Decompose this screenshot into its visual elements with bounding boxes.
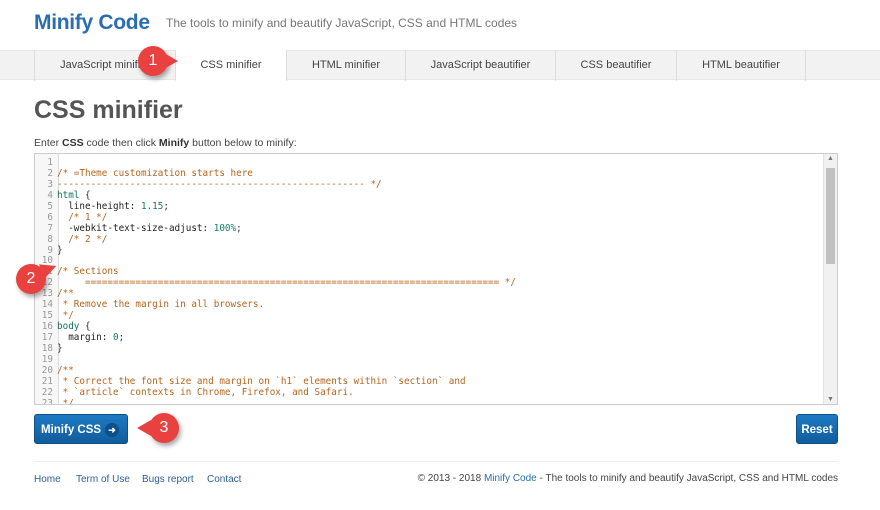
tab-html-minifier[interactable]: HTML minifier	[286, 50, 405, 81]
arrow-right-icon: ➜	[105, 423, 119, 437]
code-token-comment: /* 1 */	[57, 211, 108, 223]
instr-text: Enter	[34, 137, 63, 149]
code-line: 22 * `article` contexts in Chrome, Firef…	[35, 386, 516, 399]
css-code-editor[interactable]: 1 2/* =Theme customization starts here 3 --…	[34, 153, 838, 405]
annotation-marker-3: 3	[137, 413, 179, 443]
code-token-comment: /* 2 */	[57, 233, 108, 245]
tagline: The tools to minify and beautify JavaScr…	[166, 16, 518, 30]
tab-css-minifier[interactable]: CSS minifier	[175, 50, 286, 81]
line-number: 4	[47, 189, 53, 201]
instr-minify: Minify	[158, 137, 190, 149]
tab-css-beautifier[interactable]: CSS beautifier	[555, 50, 676, 81]
annotation-marker-2: 2	[16, 264, 46, 294]
code-token-punc: }	[57, 342, 63, 354]
code-line: 7 -webkit-text-size-adjust: 100%;	[35, 222, 516, 235]
tab-html-beautifier[interactable]: HTML beautifier	[676, 50, 805, 81]
copyright: © 2013 - 2018 Minify Code - The tools to…	[418, 473, 838, 484]
code-token-punc: ;	[163, 200, 169, 212]
line-number: 6	[47, 211, 53, 223]
brand-logo[interactable]: Minify Code	[34, 11, 150, 35]
code-token-comment: * `article` contexts in Chrome, Firefox,…	[57, 386, 354, 398]
code-line: 15 */	[35, 310, 516, 322]
code-token-comment: ========================================…	[57, 277, 516, 289]
code-line: 6 /* 1 */	[35, 211, 516, 224]
copyright-text: © 2013 - 2018	[417, 473, 484, 484]
code-line: 23 */	[35, 397, 516, 405]
copyright-link[interactable]: Minify Code	[484, 473, 537, 484]
instr-text: button below to minify:	[189, 137, 297, 149]
tab-javascript-beautifier[interactable]: JavaScript beautifier	[405, 50, 555, 81]
instr-css: CSS	[62, 137, 84, 149]
instructions: Enter CSS code then click Minify button …	[34, 137, 297, 149]
instr-text: code then click	[83, 137, 159, 149]
vertical-scrollbar[interactable]: ▲ ▼	[823, 154, 837, 404]
code-token-prop: margin:	[57, 332, 113, 343]
line-number: 1	[47, 157, 53, 168]
footer-link-contact[interactable]: Contact	[207, 474, 241, 485]
copyright-text: - The tools to minify and beautify JavaS…	[536, 473, 838, 484]
line-number: 7	[47, 222, 53, 234]
code-line: 14 * Remove the margin in all browsers.	[35, 299, 516, 311]
code-token-comment: ----------------------------------------…	[57, 178, 382, 190]
scroll-down-arrow-icon[interactable]: ▼	[827, 396, 834, 403]
code-token-punc: ;	[236, 222, 242, 234]
scroll-up-arrow-icon[interactable]: ▲	[827, 155, 834, 162]
annotation-marker-1: 1	[138, 46, 178, 76]
code-token-num: 1.15	[140, 200, 164, 212]
code-token-comment: * Remove the margin in all browsers.	[57, 299, 265, 311]
footer-divider	[34, 461, 838, 462]
code-line: 3 ---------------------------------------…	[35, 178, 516, 191]
code-lines[interactable]: 1 2/* =Theme customization starts here 3 --…	[35, 157, 516, 405]
tool-tabs: JavaScript minifier CSS minifier HTML mi…	[0, 50, 880, 81]
code-token-prop: -webkit-text-size-adjust:	[57, 222, 214, 234]
line-number: 23	[41, 397, 53, 405]
code-line: 9}	[35, 244, 516, 257]
code-line: 19	[35, 354, 516, 366]
line-number: 22	[41, 386, 53, 398]
code-token-comment: */	[57, 397, 74, 405]
scrollbar-thumb[interactable]	[826, 168, 835, 264]
code-line: 5 line-height: 1.15;	[35, 200, 516, 213]
footer-link-home[interactable]: Home	[34, 474, 61, 485]
line-number: 8	[47, 233, 53, 245]
code-line: 12 =====================================…	[35, 277, 516, 289]
tab-divider	[805, 50, 880, 81]
code-line: 8 /* 2 */	[35, 233, 516, 246]
code-token-punc: }	[57, 244, 63, 256]
footer-link-bugs-report[interactable]: Bugs report	[142, 474, 194, 485]
footer-link-terms[interactable]: Term of Use	[76, 474, 130, 485]
code-token-num: 100%	[213, 222, 237, 234]
minify-label: Minify CSS	[41, 424, 102, 436]
code-token-punc: ;	[118, 332, 125, 343]
page-title: CSS minifier	[34, 96, 183, 124]
minify-css-button[interactable]: Minify CSS ➜	[34, 414, 128, 444]
line-number: 2	[47, 167, 53, 179]
reset-button[interactable]: Reset	[796, 414, 838, 444]
line-number: 5	[47, 200, 53, 212]
code-line: 17 margin: 0;	[35, 332, 516, 344]
line-number: 3	[47, 178, 53, 190]
code-line: 18}	[35, 342, 516, 355]
